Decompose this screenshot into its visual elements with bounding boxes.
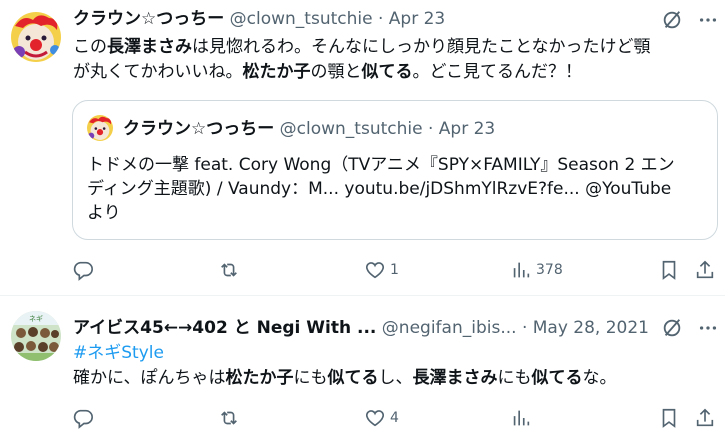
quoted-text-line: ディング主題歌) / Vaundy：M... youtu.be/jDShmYlR… [87,179,672,199]
like-button[interactable]: 4 [364,406,399,430]
separator-dot: · [377,9,384,29]
tweet[interactable]: ネギ アイビス45←→402 と Negi With ... @negifan_… [0,297,725,442]
quoted-text-line: トドメの一撃 feat. Cory Wong（TVアニメ『SPY×FAMILY』… [87,155,675,175]
author-name[interactable]: クラウン☆つっちー [73,9,224,29]
views-icon [513,262,530,278]
text-bold: 長澤まさみ [107,37,192,57]
action-bar: 1 378 [72,258,722,282]
text-segment: が丸くてかわいいね。 [73,62,243,82]
action-bar: 4 [72,406,722,430]
tweet[interactable]: クラウン☆つっちー @clown_tsutchie · Apr 23 この長澤ま… [0,0,725,296]
quoted-tweet[interactable]: クラウン☆つっちー @clown_tsutchie · Apr 23 トドメの一… [72,100,718,240]
quoted-text-line: より [87,203,121,223]
text-segment: にも [293,368,328,388]
text-bold: 似てる [361,62,413,82]
text-segment: の顎と [310,62,362,82]
tweet-date[interactable]: Apr 23 [389,9,445,29]
reply-icon [73,409,93,429]
text-bold: 似てる [327,368,379,388]
hashtag-link[interactable]: #ネギStyle [73,343,164,363]
quoted-avatar[interactable] [87,115,113,141]
views-icon [513,410,530,426]
quoted-author-handle: @clown_tsutchie [279,119,423,139]
author-handle[interactable]: @clown_tsutchie [230,9,373,29]
svg-text:ネギ: ネギ [29,315,43,323]
text-segment: 。どこ見てるんだ？！ [412,62,583,82]
text-bold: 松たか子 [225,368,294,388]
text-segment: は見惚れるわ。そんなにしっかり顔見たことなかったけど顎 [192,37,651,57]
more-icon[interactable] [697,9,719,31]
author-name[interactable]: アイビス45←→402 と Negi With ... [73,318,376,338]
tweet-text: #ネギStyle 確かに、ぽんちゃは松たか子にも似てるし、長澤まさみにも似てるな… [73,341,713,391]
text-segment: にも [497,368,532,388]
views-button[interactable] [510,406,536,430]
views-count: 378 [536,262,563,278]
text-bold: 松たか子 [242,62,311,82]
text-bold: 長澤まさみ [412,368,498,388]
like-icon [365,262,385,279]
bookmark-button[interactable] [658,258,680,282]
reply-button[interactable] [72,406,98,430]
grok-icon[interactable] [661,317,683,339]
text-bold: 似てる [531,368,583,388]
tweet-header: アイビス45←→402 と Negi With ... @negifan_ibi… [73,317,653,339]
more-icon[interactable] [697,317,719,339]
retweet-button[interactable] [218,258,244,282]
quoted-date: Apr 23 [438,119,496,139]
bookmark-icon [662,260,676,280]
retweet-icon [221,263,237,277]
share-button[interactable] [694,258,716,282]
retweet-button[interactable] [218,406,244,430]
like-count: 4 [390,410,399,426]
reply-button[interactable] [72,258,98,282]
quoted-text: トドメの一撃 feat. Cory Wong（TVアニメ『SPY×FAMILY』… [87,153,707,225]
retweet-icon [221,411,237,425]
bookmark-button[interactable] [658,406,680,430]
quoted-author-name: クラウン☆つっちー [123,119,275,139]
text-segment: 確かに、ぽんちゃは [73,368,226,388]
avatar[interactable] [11,12,61,62]
share-button[interactable] [694,406,716,430]
separator-dot: · [521,318,528,338]
like-count: 1 [390,262,399,278]
author-handle[interactable]: @negifan_ibis... [382,318,517,338]
avatar[interactable]: ネギ [11,311,61,361]
share-icon [696,260,714,279]
text-segment: この [73,37,107,57]
reply-icon [73,261,93,281]
tweet-text: この長澤まさみは見惚れるわ。そんなにしっかり顔見たことなかったけど顎 が丸くてか… [73,35,713,85]
tweet-header: クラウン☆つっちー @clown_tsutchie · Apr 23 [73,8,445,30]
share-icon [696,408,714,427]
text-segment: な。 [582,368,617,388]
quoted-header: クラウン☆つっちー @clown_tsutchie · Apr 23 [123,118,495,140]
text-segment: し、 [378,368,413,388]
like-icon [365,410,385,427]
tweet-date[interactable]: May 28, 2021 [533,318,649,338]
bookmark-icon [662,408,676,428]
separator-dot: · [427,119,434,139]
like-button[interactable]: 1 [364,258,399,282]
grok-icon[interactable] [661,9,683,31]
views-button[interactable]: 378 [510,258,563,282]
